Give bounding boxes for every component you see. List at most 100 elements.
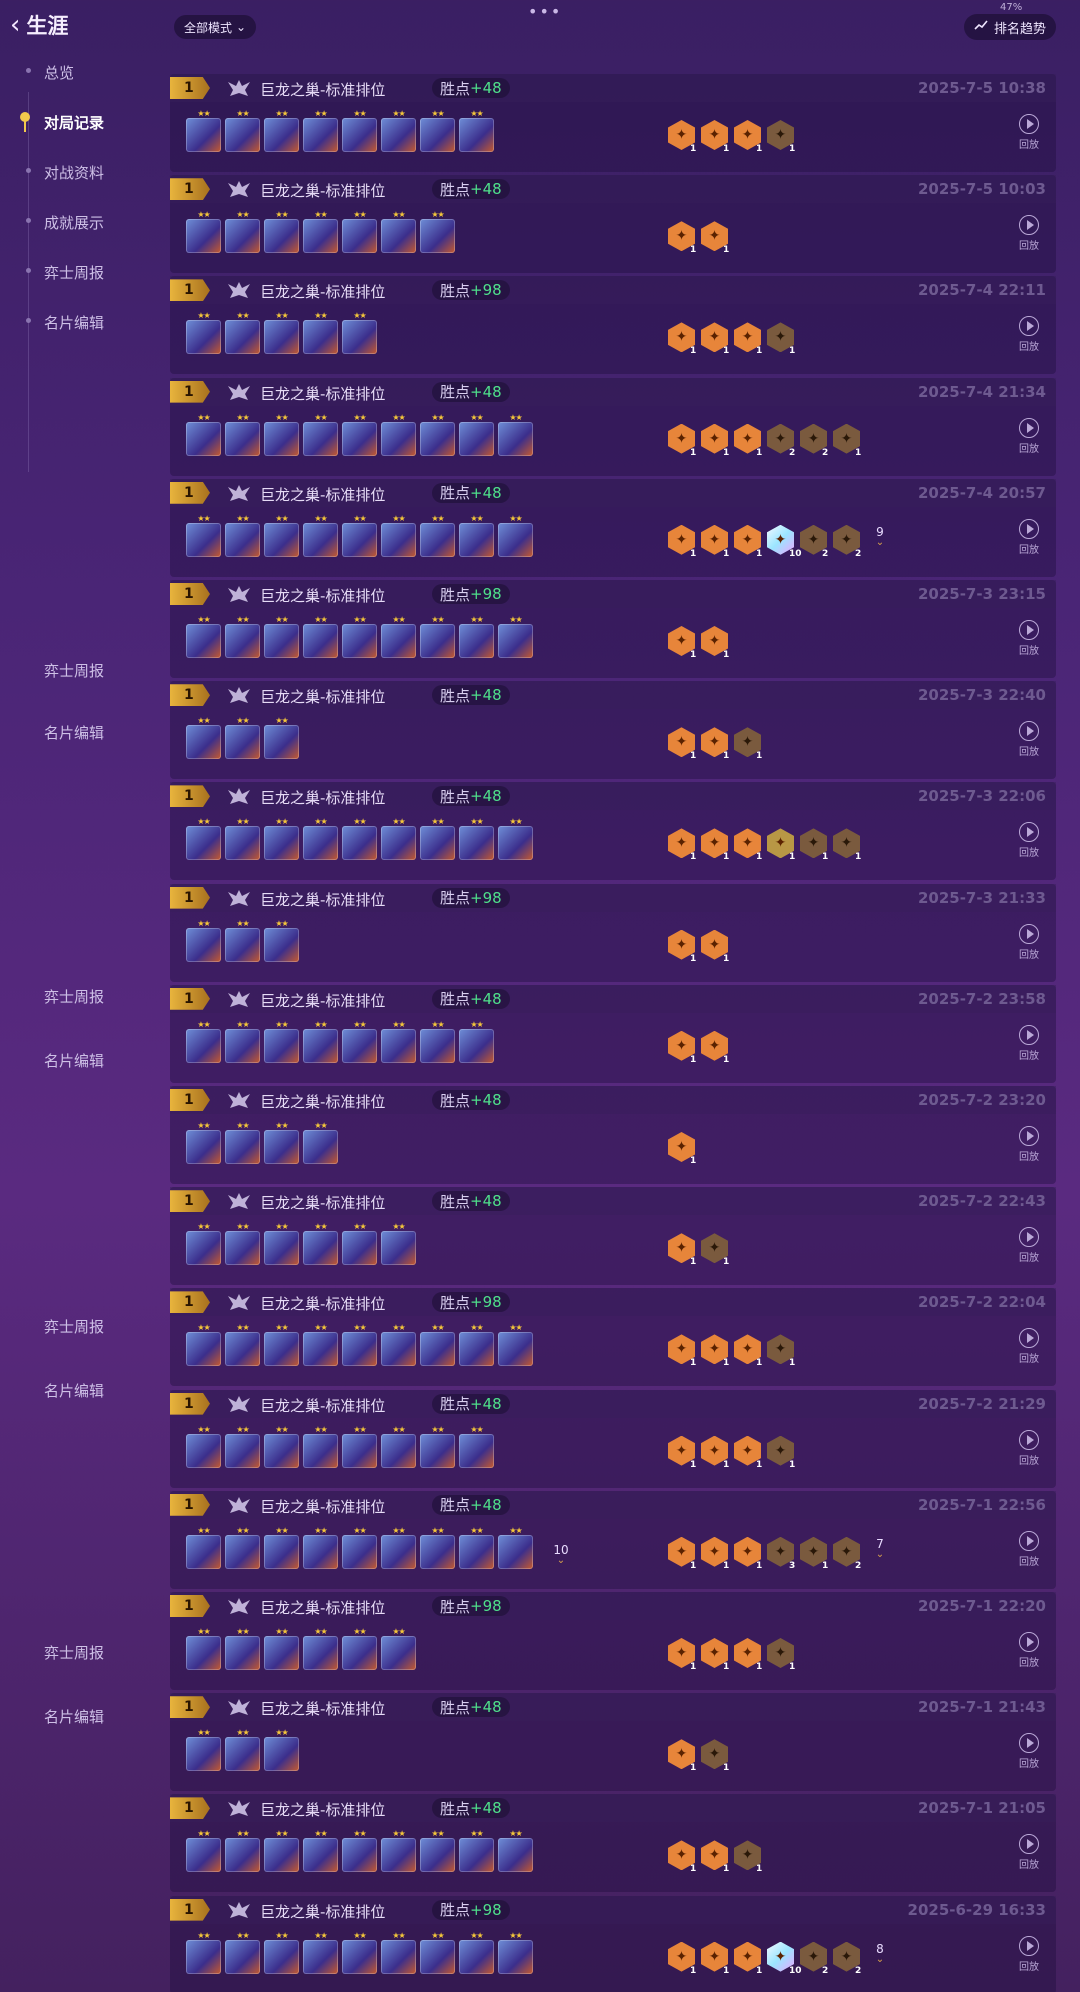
champion-icon[interactable]: ★★ — [459, 109, 494, 152]
champion-icon[interactable]: ★★ — [264, 413, 299, 456]
champion-icon[interactable]: ★★ — [498, 514, 533, 557]
match-record[interactable]: 1 巨龙之巢-标准排位 胜点 +98 2025-7-1 22:20 ★★ ★★ ★★ ★★ ★★ ★… — [170, 1592, 1056, 1690]
replay-button[interactable]: 回放 — [1014, 114, 1044, 151]
trait-badge[interactable]: ✦ 2 — [800, 524, 828, 559]
match-record[interactable]: 1 巨龙之巢-标准排位 胜点 +48 2025-7-1 22:56 ★★ ★★ ★★ ★★ ★★ ★… — [170, 1490, 1056, 1589]
sidebar-item-match-history[interactable]: 对局记录 — [0, 102, 170, 142]
champion-icon[interactable]: ★★ — [186, 1829, 221, 1873]
trait-badge[interactable]: ✦ 3 — [767, 1536, 795, 1571]
champion-icon[interactable]: ★★ — [420, 1931, 455, 1974]
rank-trend-button[interactable]: 排名趋势 — [964, 14, 1057, 40]
champion-icon[interactable]: ★★ — [303, 1829, 338, 1873]
champion-icon[interactable]: ★★ — [186, 1728, 221, 1772]
match-record[interactable]: 1 巨龙之巢-标准排位 胜点 +98 2025-7-4 22:11 ★★ ★★ ★★ ★★ ★★ ✦… — [170, 276, 1056, 375]
champion-icon[interactable]: ★★ — [225, 109, 260, 152]
trait-badge[interactable]: ✦ 1 — [701, 1435, 729, 1470]
champion-icon[interactable]: ★★ — [498, 413, 533, 456]
sidebar-item-weekly[interactable]: 弈士周报 — [0, 1632, 170, 1672]
champion-icon[interactable]: ★★ — [459, 1323, 494, 1367]
replay-button[interactable]: 回放 — [1014, 1632, 1044, 1669]
champion-icon[interactable]: ★★ — [186, 1121, 221, 1164]
champion-icon[interactable]: ★★ — [420, 413, 455, 456]
champion-icon[interactable]: ★★ — [342, 1627, 377, 1670]
trait-badge[interactable]: ✦ 1 — [734, 1435, 762, 1470]
trait-badge[interactable]: ✦ 1 — [668, 1435, 696, 1470]
trait-badge[interactable]: ✦ 1 — [668, 1233, 696, 1267]
champion-icon[interactable]: ★★ — [420, 1020, 455, 1063]
trait-badge[interactable]: ✦ 1 — [701, 1941, 729, 1976]
champion-icon[interactable]: ★★ — [264, 1627, 299, 1670]
champion-icon[interactable]: ★★ — [459, 413, 494, 456]
match-record[interactable]: 1 巨龙之巢-标准排位 胜点 +48 2025-7-4 20:57 ★★ ★★ ★★ ★★ ★★ ★… — [170, 478, 1056, 577]
sidebar-item-card-edit[interactable]: 名片编辑 — [0, 712, 170, 752]
sidebar-item-card-edit[interactable]: 名片编辑 — [0, 302, 170, 342]
champion-icon[interactable]: ★★ — [225, 1931, 260, 1974]
champion-icon[interactable]: ★★ — [225, 1526, 260, 1569]
champion-icon[interactable]: ★★ — [225, 1222, 260, 1266]
trait-badge[interactable]: ✦ 2 — [800, 1941, 828, 1976]
champion-icon[interactable]: ★★ — [342, 817, 377, 861]
trait-badge[interactable]: ✦ 1 — [767, 1334, 795, 1368]
champion-icon[interactable]: ★★ — [186, 716, 221, 760]
trait-badge[interactable]: ✦ 1 — [800, 828, 828, 862]
champion-icon[interactable]: ★★ — [420, 210, 455, 254]
champion-icon[interactable]: ★★ — [264, 1829, 299, 1873]
sidebar-item-stats[interactable]: 对战资料 — [0, 152, 170, 192]
match-record[interactable]: 1 巨龙之巢-标准排位 胜点 +48 2025-7-2 23:20 ★★ ★★ ★★ ★★ ✦ 1 回… — [170, 1086, 1056, 1184]
champion-icon[interactable]: ★★ — [381, 615, 416, 658]
champion-icon[interactable]: ★★ — [303, 1222, 338, 1266]
trait-badge[interactable]: ✦ 2 — [833, 1941, 861, 1976]
sidebar-item-achievements[interactable]: 成就展示 — [0, 202, 170, 242]
sidebar-item-card-edit[interactable]: 名片编辑 — [0, 1696, 170, 1736]
replay-button[interactable]: 回放 — [1014, 316, 1044, 353]
match-record[interactable]: 1 巨龙之巢-标准排位 胜点 +48 2025-7-2 23:58 ★★ ★★ ★★ ★★ ★★ ★… — [170, 984, 1056, 1083]
champion-icon[interactable]: ★★ — [264, 1222, 299, 1266]
champion-icon[interactable]: ★★ — [303, 1425, 338, 1468]
match-record[interactable]: 1 巨龙之巢-标准排位 胜点 +98 2025-7-3 21:33 ★★ ★★ ★★ ✦ 1 ✦ 1 回… — [170, 883, 1056, 982]
replay-button[interactable]: 回放 — [1014, 721, 1044, 758]
match-record[interactable]: 1 巨龙之巢-标准排位 胜点 +48 2025-7-1 21:43 ★★ ★★ ★★ ✦ 1 ✦ 1 回… — [170, 1693, 1056, 1792]
trait-badge[interactable]: ✦ 1 — [734, 828, 762, 862]
champion-icon[interactable]: ★★ — [342, 1931, 377, 1974]
champion-icon[interactable]: ★★ — [342, 210, 377, 254]
champion-icon[interactable]: ★★ — [225, 311, 260, 355]
match-record[interactable]: 1 巨龙之巢-标准排位 胜点 +48 2025-7-2 21:29 ★★ ★★ ★★ ★★ ★★ ★… — [170, 1389, 1056, 1488]
champion-icon[interactable]: ★★ — [264, 919, 299, 962]
champion-icon[interactable]: ★★ — [381, 1829, 416, 1873]
champion-icon[interactable]: ★★ — [381, 1931, 416, 1974]
champion-icon[interactable]: ★★ — [225, 817, 260, 861]
match-record[interactable]: 1 巨龙之巢-标准排位 胜点 +48 2025-7-2 22:43 ★★ ★★ ★★ ★★ ★★ ★… — [170, 1187, 1056, 1286]
trait-badge[interactable]: ✦ 1 — [668, 524, 696, 559]
trait-badge[interactable]: ✦ 1 — [668, 1840, 696, 1874]
champion-icon[interactable]: ★★ — [225, 615, 260, 658]
trait-badge[interactable]: ✦ 1 — [734, 524, 762, 559]
trait-badge[interactable]: ✦ 1 — [734, 727, 762, 761]
trait-badge[interactable]: ✦ 1 — [668, 221, 696, 255]
trait-badge[interactable]: ✦ 1 — [668, 626, 696, 660]
trait-badge[interactable]: ✦ 1 — [767, 1638, 795, 1672]
champion-icon[interactable]: ★★ — [342, 1829, 377, 1873]
champion-icon[interactable]: ★★ — [225, 1425, 260, 1468]
trait-badge[interactable]: ✦ 1 — [668, 1638, 696, 1672]
champion-icon[interactable]: ★★ — [381, 109, 416, 152]
trait-badge[interactable]: ✦ 1 — [767, 1435, 795, 1470]
champion-icon[interactable]: ★★ — [342, 1020, 377, 1063]
champion-icon[interactable]: ★★ — [225, 413, 260, 456]
champion-icon[interactable]: ★★ — [303, 1121, 338, 1164]
match-record[interactable]: 1 巨龙之巢-标准排位 胜点 +48 2025-7-3 22:40 ★★ ★★ ★★ ✦ 1 ✦ 1 ✦… — [170, 681, 1056, 780]
trait-badge[interactable]: ✦ 1 — [668, 1941, 696, 1976]
champion-icon[interactable]: ★★ — [498, 1829, 533, 1873]
match-record[interactable]: 1 巨龙之巢-标准排位 胜点 +48 2025-7-4 21:34 ★★ ★★ ★★ ★★ ★★ ★… — [170, 377, 1056, 476]
champion-icon[interactable]: ★★ — [264, 1931, 299, 1974]
match-record[interactable]: 1 巨龙之巢-标准排位 胜点 +48 2025-7-3 22:06 ★★ ★★ ★★ ★★ ★★ ★… — [170, 782, 1056, 881]
champion-icon[interactable]: ★★ — [303, 109, 338, 152]
trait-badge[interactable]: ✦ 1 — [701, 1233, 729, 1267]
trait-badge[interactable]: ✦ 1 — [701, 1334, 729, 1368]
more-traits-indicator[interactable]: 9 ⌄ — [870, 525, 890, 555]
champion-icon[interactable]: ★★ — [264, 716, 299, 760]
champion-icon[interactable]: ★★ — [420, 1526, 455, 1569]
champion-icon[interactable]: ★★ — [186, 311, 221, 355]
trait-badge[interactable]: ✦ 1 — [734, 1334, 762, 1368]
match-record[interactable]: 1 巨龙之巢-标准排位 胜点 +48 2025-7-5 10:38 ★★ ★★ ★★ ★★ ★★ ★… — [170, 74, 1056, 172]
champion-icon[interactable]: ★★ — [186, 919, 221, 962]
